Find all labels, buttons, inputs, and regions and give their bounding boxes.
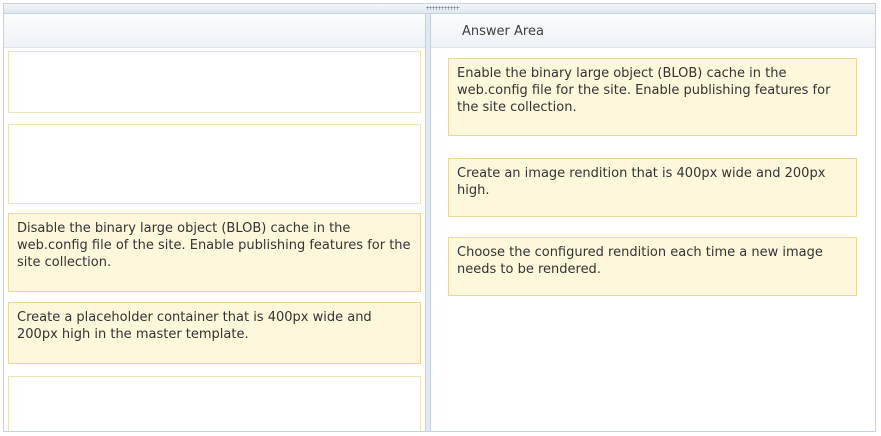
resize-grip-bar[interactable] — [4, 4, 875, 14]
source-item-create-placeholder-container[interactable]: Create a placeholder container that is 4… — [8, 302, 421, 364]
grip-dots-icon[interactable] — [426, 6, 460, 10]
source-slot-empty — [8, 51, 421, 113]
source-slot-empty — [8, 124, 421, 204]
source-item-disable-blob-cache[interactable]: Disable the binary large object (BLOB) c… — [8, 213, 421, 292]
answer-area-title: Answer Area — [462, 24, 544, 39]
answer-area-header: Answer Area — [431, 14, 875, 48]
answer-item-enable-blob-cache[interactable]: Enable the binary large object (BLOB) ca… — [448, 58, 857, 136]
answer-item-choose-configured-rendition[interactable]: Choose the configured rendition each tim… — [448, 237, 857, 296]
source-slot-empty — [8, 376, 421, 431]
answer-area-pane: Answer Area Enable the binary large obje… — [431, 14, 875, 431]
source-pane-header — [4, 14, 425, 48]
source-pane: Disable the binary large object (BLOB) c… — [4, 14, 425, 431]
drag-drop-question-frame: Disable the binary large object (BLOB) c… — [3, 3, 876, 432]
answer-item-create-image-rendition[interactable]: Create an image rendition that is 400px … — [448, 158, 857, 217]
